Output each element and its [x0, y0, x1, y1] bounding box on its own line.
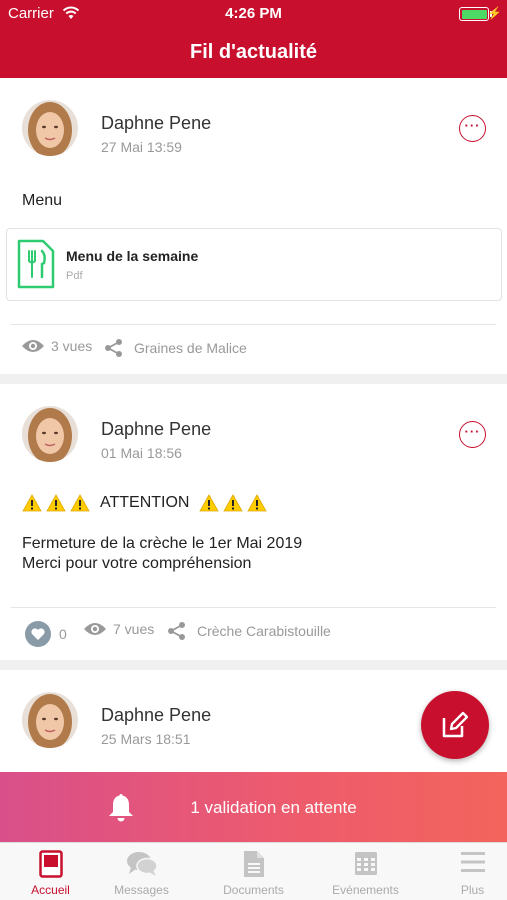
more-options-button[interactable]: ···: [459, 421, 486, 448]
avatar-image: [22, 692, 78, 748]
status-bar: Carrier 4:26 PM ⚡: [0, 0, 507, 28]
calendar-icon: [354, 852, 377, 875]
battery-icon: [459, 7, 489, 21]
like-count[interactable]: 0: [25, 621, 67, 647]
post-text-line: Fermeture de la crèche le 1er Mai 2019: [22, 535, 303, 552]
document-icon: [243, 851, 264, 877]
tab-label: Documents: [223, 883, 284, 897]
fork-knife-icon: [17, 239, 55, 289]
banner-text: 1 validation en attente: [190, 798, 357, 817]
tab-label: Evénements: [332, 883, 399, 897]
likes-label: 0: [59, 626, 67, 642]
post-text: Menu: [22, 192, 63, 209]
post-footer: 0 7 vues Crèche Carabistouille: [11, 607, 496, 653]
avatar-image: [22, 406, 78, 462]
tab-evenements[interactable]: Evénements: [315, 843, 416, 900]
tab-bar: Accueil Messages Documents Evénements Pl…: [0, 842, 507, 900]
share-icon: [168, 622, 185, 640]
tab-label: Plus: [460, 883, 485, 897]
post-footer: 3 vues Graines de Malice: [11, 324, 496, 370]
heart-icon[interactable]: [25, 621, 51, 647]
feed-post[interactable]: Daphne Pene 27 Mai 13:59 ··· Menu Menu d…: [0, 78, 507, 374]
views-label: 7 vues: [113, 621, 155, 637]
eye-icon: [84, 623, 106, 635]
warning-icon: [70, 494, 90, 512]
tab-plus[interactable]: Plus: [422, 843, 507, 900]
more-options-button[interactable]: ···: [459, 115, 486, 142]
tab-messages[interactable]: Messages: [91, 843, 192, 900]
attachment-name: Menu de la semaine: [66, 248, 199, 264]
nav-bar: Fil d'actualité: [0, 28, 507, 78]
compose-button[interactable]: [421, 691, 489, 759]
home-icon: [38, 850, 63, 878]
warning-icon: [199, 494, 220, 512]
attention-label: ATTENTION: [100, 494, 190, 511]
avatar[interactable]: [22, 100, 78, 156]
pending-validation-banner[interactable]: 1 validation en attente: [0, 772, 507, 842]
shared-with: Crèche Carabistouille: [167, 621, 331, 641]
warning-icon: [247, 494, 268, 512]
views-label: 3 vues: [51, 338, 93, 354]
post-date: 25 Mars 18:51: [101, 731, 191, 747]
author-name[interactable]: Daphne Pene: [101, 705, 211, 726]
views-count: 7 vues: [83, 621, 154, 637]
warning-icon: [46, 494, 66, 512]
shared-with-label: Crèche Carabistouille: [197, 623, 331, 639]
post-title: ATTENTION: [22, 493, 268, 513]
attachment-card[interactable]: Menu de la semaine Pdf: [6, 228, 502, 301]
shared-with-label: Graines de Malice: [134, 340, 247, 356]
edit-icon: [442, 711, 469, 738]
tab-documents[interactable]: Documents: [203, 843, 304, 900]
page-title: Fil d'actualité: [189, 41, 317, 63]
eye-icon: [22, 340, 44, 352]
news-feed[interactable]: Daphne Pene 27 Mai 13:59 ··· Menu Menu d…: [0, 78, 507, 772]
warning-icon: [22, 494, 42, 512]
charging-icon: ⚡: [487, 6, 502, 20]
chat-icon: [126, 852, 158, 876]
author-name[interactable]: Daphne Pene: [101, 419, 211, 440]
menu-icon: [460, 852, 485, 872]
post-date: 01 Mai 18:56: [101, 445, 182, 461]
avatar[interactable]: [22, 692, 78, 748]
post-text-line: Merci pour votre compréhension: [22, 555, 252, 572]
warning-icon: [223, 494, 244, 512]
tab-label: Accueil: [31, 883, 70, 897]
clock: 4:26 PM: [225, 5, 282, 22]
avatar-image: [22, 100, 78, 156]
tab-label: Messages: [114, 883, 169, 897]
author-name[interactable]: Daphne Pene: [101, 113, 211, 134]
post-date: 27 Mai 13:59: [101, 139, 182, 155]
avatar[interactable]: [22, 406, 78, 462]
share-icon: [105, 339, 122, 357]
feed-post[interactable]: Daphne Pene 01 Mai 18:56 ··· ATTENTION F…: [0, 384, 507, 660]
tab-accueil[interactable]: Accueil: [0, 843, 101, 900]
views-count: 3 vues: [21, 338, 92, 354]
attachment-type: Pdf: [66, 270, 83, 282]
shared-with: Graines de Malice: [104, 338, 247, 358]
